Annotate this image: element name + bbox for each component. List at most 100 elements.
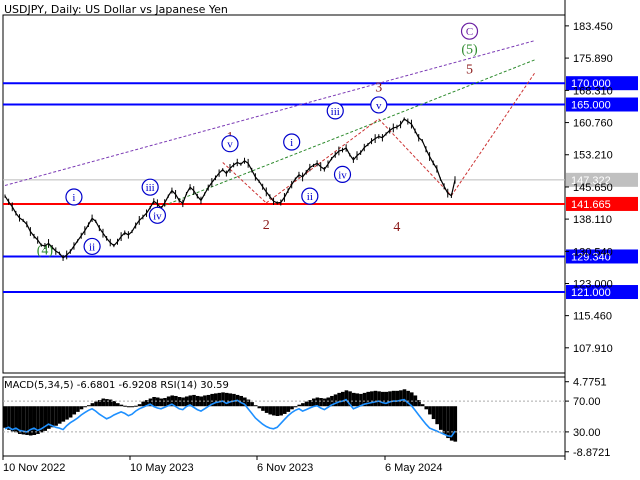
- macd-bar: [304, 401, 309, 407]
- time-tick-label: 10 Nov 2022: [3, 462, 65, 474]
- wave-label: (5): [461, 43, 478, 58]
- macd-bar: [105, 399, 109, 407]
- macd-bar: [438, 406, 443, 430]
- macd-bar: [355, 393, 360, 407]
- macd-bar: [54, 406, 58, 426]
- price-tick-label: 138.110: [573, 214, 612, 226]
- indicator-tick-label: 4.7751: [573, 377, 607, 389]
- price-tick-label: 160.760: [573, 118, 613, 130]
- macd-bar: [290, 406, 294, 410]
- macd-bar: [108, 399, 113, 407]
- macd-bar: [101, 398, 106, 407]
- macd-bar: [315, 397, 320, 407]
- macd-bar: [319, 398, 323, 407]
- macd-bar: [380, 391, 385, 407]
- indicator-tick-label: 30.00: [573, 427, 601, 439]
- macd-bar: [261, 406, 265, 411]
- wave-label: 3: [375, 81, 382, 96]
- macd-bar: [126, 406, 131, 408]
- macd-bar: [86, 405, 91, 407]
- macd-bar: [116, 403, 120, 407]
- price-tick-label: 153.210: [573, 150, 613, 162]
- price-tick-label: 115.460: [573, 311, 612, 323]
- macd-bar: [134, 405, 138, 407]
- macd-bar: [286, 406, 291, 412]
- macd-bar: [246, 399, 251, 407]
- macd-bar: [337, 392, 341, 407]
- wave-label: v: [376, 100, 382, 112]
- price-tick-label: 130.540: [573, 246, 613, 258]
- wave-label: i: [72, 192, 75, 204]
- grid: [2, 0, 566, 460]
- macd-bar: [181, 397, 185, 407]
- macd-bar: [453, 406, 458, 442]
- symbol-description: US Dollar vs Japanese Yen: [85, 3, 228, 16]
- macd-bar: [424, 406, 429, 410]
- indicator-tick-label: -8.8721: [573, 447, 610, 459]
- wave-label: ii: [307, 191, 313, 203]
- macd-bar: [322, 398, 327, 407]
- macd-bar: [57, 406, 62, 424]
- macd-bar: [61, 406, 66, 422]
- macd-bar: [399, 390, 403, 407]
- macd-bar: [402, 389, 407, 407]
- macd-bar: [152, 396, 156, 407]
- macd-bar: [177, 396, 182, 407]
- macd-bar: [119, 404, 124, 407]
- macd-bar: [94, 401, 98, 407]
- price-tick-label: 107.910: [573, 343, 613, 355]
- wave-label: iv: [153, 210, 162, 222]
- macd-bar: [431, 406, 436, 420]
- macd-bar: [293, 406, 298, 408]
- horizontal-levels: 170.000165.000129.340121.000141.665147.3…: [3, 76, 638, 300]
- macd-bar: [344, 390, 349, 407]
- macd-bar: [68, 406, 73, 418]
- macd-bar: [130, 406, 135, 408]
- wave-label: iv: [338, 169, 347, 181]
- macd-bar: [341, 391, 345, 407]
- macd-bar: [159, 398, 164, 407]
- macd-bar: [7, 406, 11, 430]
- macd-bar: [253, 405, 258, 407]
- wave-label: 4: [393, 220, 400, 235]
- macd-bar: [83, 406, 87, 408]
- macd-bar: [428, 406, 432, 415]
- macd-bar: [391, 390, 396, 407]
- wave-labels: (4)iiiiiiiv1v2iiiiiiiv3v45(5)C: [37, 22, 479, 258]
- macd-bar: [435, 406, 439, 425]
- price-axis: 183.450 175.890 168.310 160.760 153.210 145.6…: [565, 21, 613, 459]
- price-tick-label: 175.890: [573, 53, 613, 65]
- level-tag-label: 141.665: [571, 199, 611, 211]
- time-axis: 10 Nov 2022 10 May 2023 6 Nov 2023 6 May 20…: [2, 456, 442, 474]
- indicator-tick-label: 70.00: [573, 396, 601, 408]
- trend-lines: [4, 40, 536, 212]
- price-tick-label: 168.310: [573, 85, 613, 97]
- wave-label: 5: [466, 62, 473, 77]
- macd-bar: [137, 404, 142, 407]
- macd-bar: [213, 393, 218, 407]
- macd-bar: [446, 406, 450, 439]
- macd-bar: [90, 403, 95, 407]
- macd-bar: [279, 406, 283, 416]
- upper-channel-line: [4, 40, 536, 186]
- wave-label: i: [290, 137, 293, 149]
- macd-bar: [32, 406, 37, 435]
- chart-canvas: 170.000165.000129.340121.000141.665147.3…: [2, 0, 638, 474]
- macd-bar: [65, 406, 69, 420]
- wave-label: iii: [331, 106, 340, 118]
- macd-bar: [224, 392, 229, 407]
- indicator-pane: [3, 389, 565, 442]
- macd-bar: [272, 406, 276, 416]
- wave-label: C: [466, 26, 473, 38]
- time-tick-label: 10 May 2023: [130, 462, 194, 474]
- macd-bar: [301, 403, 305, 407]
- macd-bar: [442, 406, 447, 435]
- macd-bar: [206, 394, 211, 407]
- macd-bar: [388, 391, 392, 407]
- macd-bar: [351, 392, 356, 407]
- wave-label: iii: [146, 182, 155, 194]
- macd-bar: [192, 394, 196, 407]
- macd-bar: [311, 398, 316, 407]
- indicator-label: MACD(5,34,5) -6.6801 -6.9208 RSI(14) 30.…: [4, 380, 229, 391]
- time-tick-label: 6 Nov 2023: [257, 462, 313, 474]
